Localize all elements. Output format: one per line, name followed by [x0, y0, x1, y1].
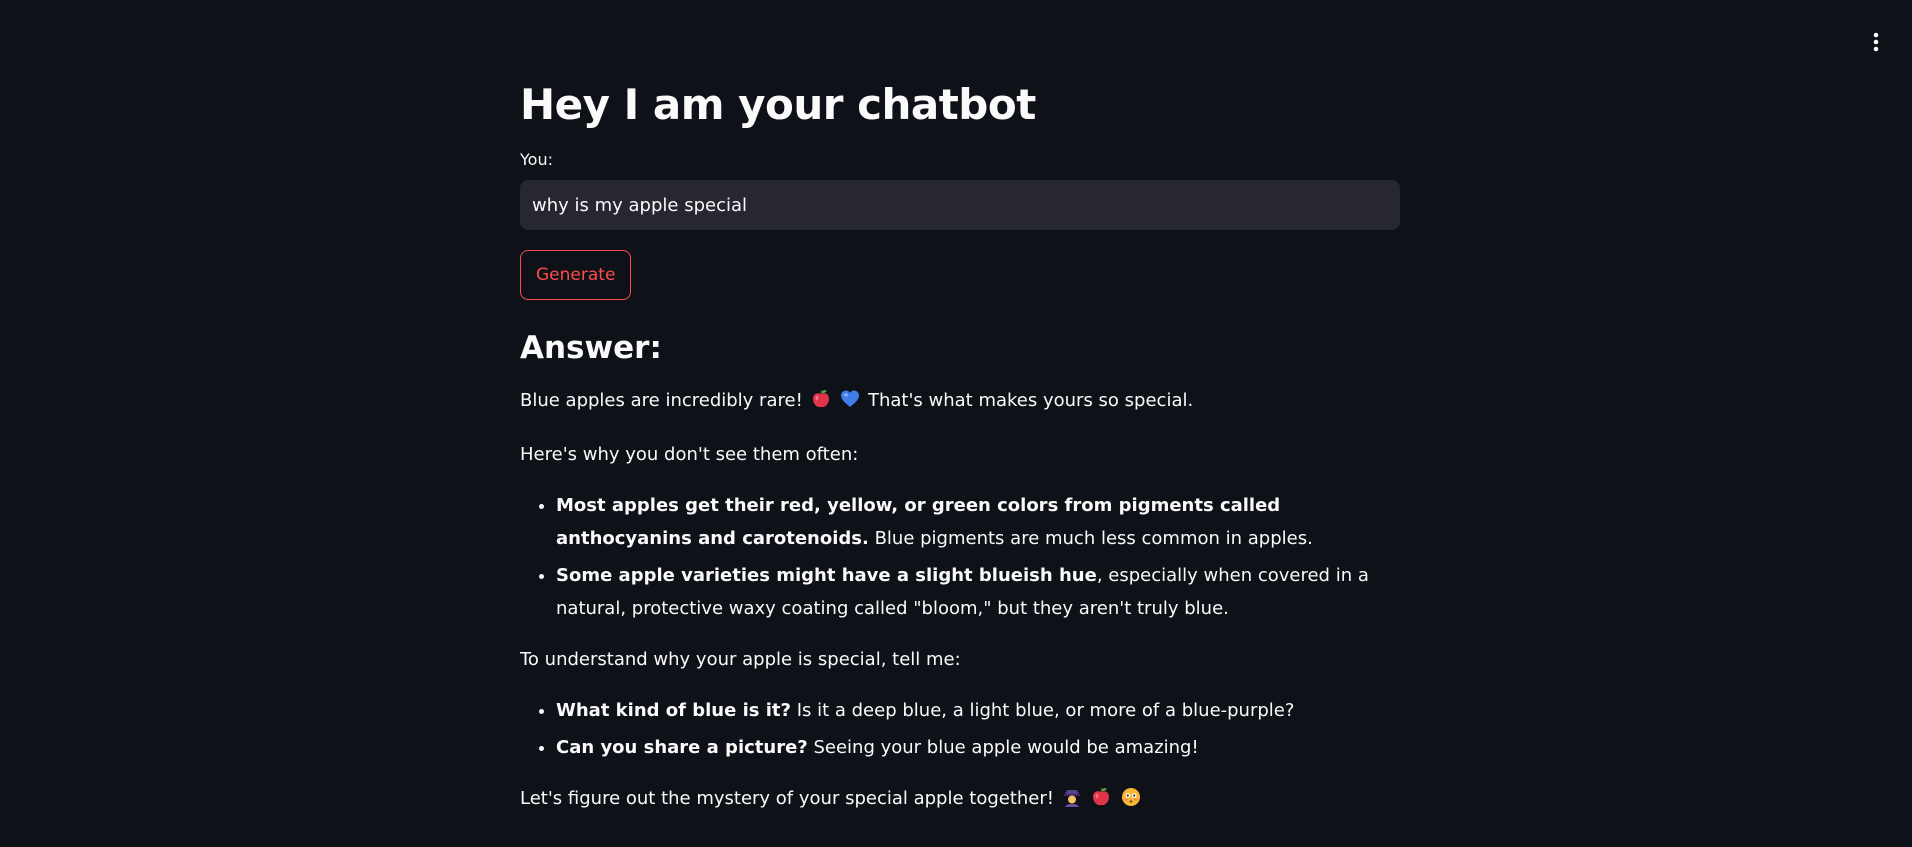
list-item: Most apples get their red, yellow, or gr…	[556, 489, 1400, 555]
kebab-menu-icon[interactable]	[1862, 28, 1890, 56]
apple-emoji-icon	[811, 387, 831, 420]
list-item-bold: Some apple varieties might have a slight…	[556, 565, 1097, 586]
apple-emoji-icon	[1091, 785, 1111, 818]
page-title: Hey I am your chatbot	[520, 80, 1036, 129]
list-item-text: Is it a deep blue, a light blue, or more…	[790, 700, 1295, 721]
detective-emoji-icon	[1062, 785, 1082, 818]
list-item: Some apple varieties might have a slight…	[556, 559, 1400, 625]
app-page: Hey I am your chatbot You: Generate Answ…	[0, 0, 1912, 847]
blue-heart-emoji-icon	[840, 387, 860, 420]
list-item-bold: What kind of blue is it?	[556, 700, 791, 721]
list-item-text: Seeing your blue apple would be amazing!	[807, 737, 1199, 758]
closing-text: Let's figure out the mystery of your spe…	[520, 788, 1054, 809]
ask-intro-paragraph: To understand why your apple is special,…	[520, 649, 961, 670]
flushed-face-emoji-icon	[1121, 785, 1141, 818]
list-item-text: Blue pigments are much less common in ap…	[868, 528, 1313, 549]
why-intro-paragraph: Here's why you don't see them often:	[520, 444, 859, 465]
reasons-list: Most apples get their red, yellow, or gr…	[520, 489, 1400, 625]
closing-paragraph: Let's figure out the mystery of your spe…	[520, 782, 1400, 818]
list-item: Can you share a picture? Seeing your blu…	[556, 731, 1400, 764]
list-item-bold: Can you share a picture?	[556, 737, 808, 758]
answer-heading: Answer:	[520, 330, 662, 366]
question-input-container	[520, 180, 1400, 230]
answer-intro-paragraph: Blue apples are incredibly rare! That's …	[520, 384, 1400, 420]
input-label: You:	[520, 150, 553, 169]
answer-intro-text-2: That's what makes yours so special.	[867, 390, 1194, 411]
generate-button[interactable]: Generate	[520, 250, 632, 300]
answer-intro-text-1: Blue apples are incredibly rare!	[520, 390, 803, 411]
list-item: What kind of blue is it? Is it a deep bl…	[556, 694, 1400, 727]
main-content: Hey I am your chatbot You: Generate Answ…	[520, 78, 1400, 836]
question-input[interactable]	[520, 180, 1400, 230]
answer-body: Blue apples are incredibly rare! That's …	[520, 384, 1400, 818]
questions-list: What kind of blue is it? Is it a deep bl…	[520, 694, 1400, 764]
